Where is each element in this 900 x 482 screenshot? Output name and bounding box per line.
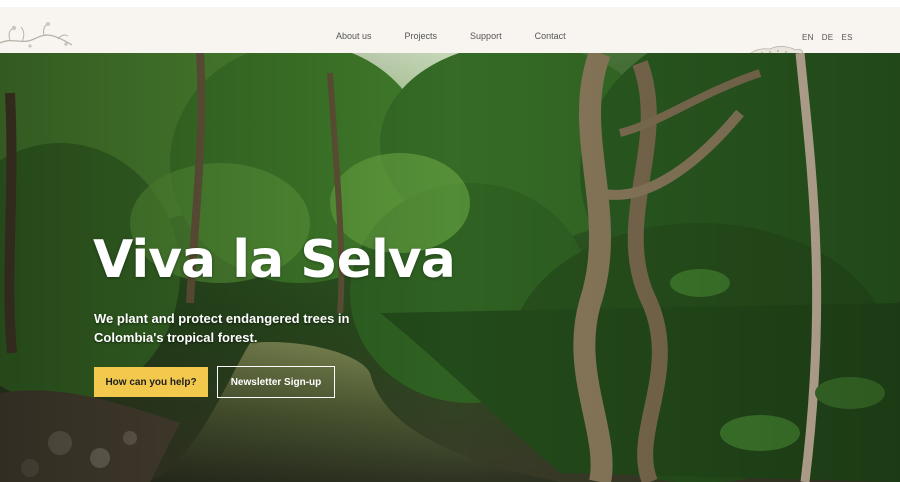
lang-en[interactable]: EN <box>802 33 814 42</box>
top-strip <box>0 0 900 7</box>
nav-projects[interactable]: Projects <box>405 31 438 41</box>
nav-about-us[interactable]: About us <box>336 31 372 41</box>
hero-section: Viva la Selva We plant and protect endan… <box>0 53 900 482</box>
lang-es[interactable]: ES <box>841 33 852 42</box>
nav-contact[interactable]: Contact <box>535 31 566 41</box>
hero-subtitle: We plant and protect endangered trees in… <box>94 311 350 345</box>
hero-title: Viva la Selva <box>93 230 456 290</box>
newsletter-signup-button[interactable]: Newsletter Sign-up <box>217 366 335 398</box>
nav-support[interactable]: Support <box>470 31 502 41</box>
how-can-you-help-button[interactable]: How can you help? <box>94 367 208 397</box>
lang-de[interactable]: DE <box>822 33 834 42</box>
language-switcher: EN DE ES <box>802 33 853 42</box>
vine-branch-icon[interactable] <box>0 15 75 55</box>
main-nav: About us Projects Support Contact <box>336 31 566 41</box>
navbar: About us Projects Support Contact EN DE … <box>0 7 900 59</box>
